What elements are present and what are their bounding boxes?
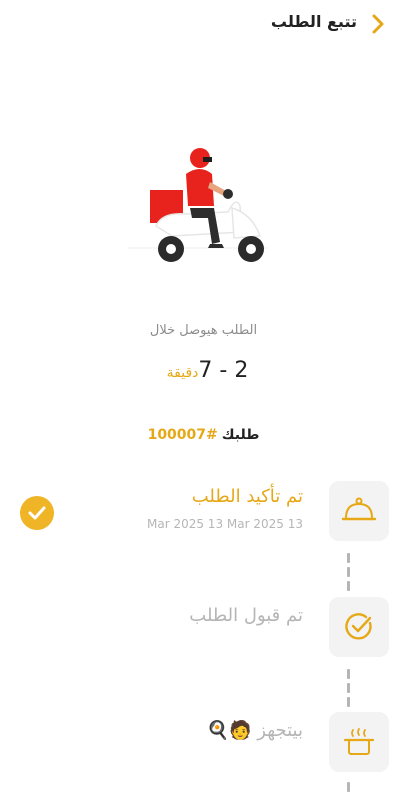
step-title-accepted: تم قبول الطلب	[189, 605, 303, 626]
timeline-dash	[347, 669, 350, 679]
back-button[interactable]	[367, 12, 389, 36]
order-id-line: طلبك#100007	[0, 427, 407, 443]
step-title-preparing: بيتجهز 🧑🍳	[206, 720, 303, 741]
top-bar: تتبع الطلب	[0, 0, 407, 48]
order-label: طلبك	[221, 427, 260, 443]
arrival-label: الطلب هيوصل خلال	[149, 323, 258, 338]
timeline-dash	[347, 683, 350, 693]
step-title-confirmed: تم تأكيد الطلب	[191, 486, 303, 507]
step-icon-box-preparing	[329, 712, 389, 772]
cooking-pot-icon	[343, 728, 375, 755]
cloche-icon	[341, 497, 377, 521]
check-circle-icon	[345, 613, 372, 640]
timeline-dash	[347, 697, 350, 707]
timeline-dash	[347, 553, 350, 563]
delivery-rider-illustration	[128, 140, 268, 268]
step-icon-box-confirmed	[329, 481, 389, 541]
eta-unit: دقيقة	[166, 365, 199, 381]
step-icon-box-accepted	[329, 597, 389, 657]
order-number: #100007	[147, 427, 218, 443]
step-date-confirmed: 13 Mar 2025 13 Mar 2025	[147, 517, 303, 531]
timeline-dash	[347, 567, 350, 577]
page-title: تتبع الطلب	[270, 12, 357, 31]
timeline-dash	[347, 581, 350, 591]
check-icon	[28, 506, 46, 520]
step-completed-badge	[20, 496, 54, 530]
eta-value: 2 - 7	[198, 358, 249, 383]
timeline-dash	[347, 782, 350, 792]
chevron-right-icon	[372, 14, 384, 34]
eta-display: 2 - 7دقيقة	[0, 358, 407, 383]
